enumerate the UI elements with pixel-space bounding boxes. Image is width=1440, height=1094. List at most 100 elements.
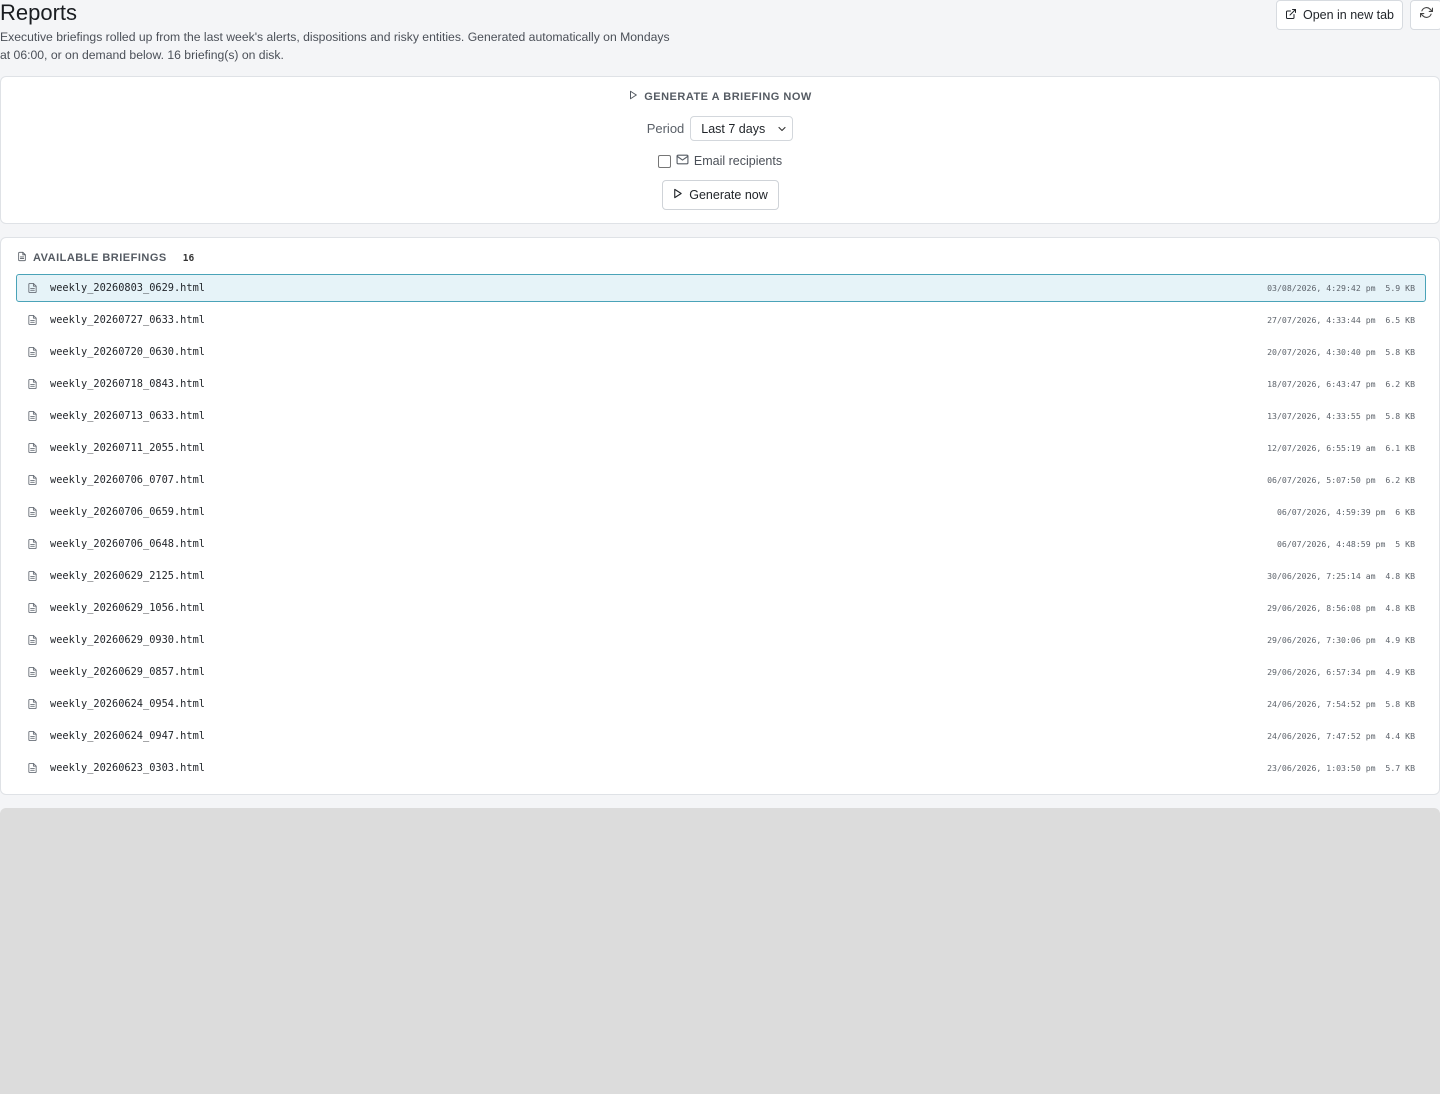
briefing-size: 4.9 KB	[1385, 667, 1415, 677]
file-icon	[27, 314, 39, 326]
briefing-size: 6.2 KB	[1385, 475, 1415, 485]
available-briefings-label: AVAILABLE BRIEFINGS	[33, 252, 167, 264]
briefing-filename: weekly_20260629_2125.html	[50, 570, 205, 582]
briefing-row[interactable]: weekly_20260706_0707.html 06/07/2026, 5:0…	[16, 466, 1426, 494]
briefing-row[interactable]: weekly_20260624_0947.html 24/06/2026, 7:4…	[16, 722, 1426, 750]
briefing-filename: weekly_20260706_0707.html	[50, 474, 205, 486]
briefing-date: 29/06/2026, 8:56:08 pm	[1267, 603, 1376, 613]
briefing-date: 06/07/2026, 4:59:39 pm	[1276, 507, 1386, 517]
briefing-size: 5.7 KB	[1385, 763, 1415, 773]
briefing-meta: 06/07/2026, 4:59:39 pm 6 KB	[1277, 507, 1415, 517]
file-icon	[27, 666, 39, 678]
briefing-filename: weekly_20260711_2055.html	[50, 442, 205, 454]
briefing-date: 23/06/2026, 1:03:50 pm	[1267, 763, 1376, 773]
briefing-meta: 30/06/2026, 7:25:14 am 4.8 KB	[1267, 571, 1415, 581]
file-icon	[17, 251, 27, 265]
file-icon	[27, 282, 39, 294]
briefing-filename: weekly_20260629_0930.html	[50, 634, 205, 646]
briefing-size: 4.8 KB	[1385, 571, 1415, 581]
briefing-meta: 06/07/2026, 5:07:50 pm 6.2 KB	[1267, 475, 1415, 485]
briefing-row[interactable]: weekly_20260718_0843.html 18/07/2026, 6:4…	[16, 370, 1426, 398]
file-icon	[27, 570, 39, 582]
briefing-date: 20/07/2026, 4:30:40 pm	[1267, 347, 1376, 357]
briefing-size: 5 KB	[1395, 539, 1415, 549]
briefing-date: 24/06/2026, 7:47:52 pm	[1267, 731, 1376, 741]
briefing-date: 06/07/2026, 4:48:59 pm	[1276, 539, 1386, 549]
briefing-row[interactable]: weekly_20260629_1056.html 29/06/2026, 8:5…	[16, 594, 1426, 622]
briefing-row[interactable]: weekly_20260713_0633.html 13/07/2026, 4:3…	[16, 402, 1426, 430]
period-select[interactable]: Last 7 days	[690, 116, 794, 141]
available-briefings-card: AVAILABLE BRIEFINGS 16 weekly_20260803_0…	[0, 237, 1440, 795]
briefings-count: 16	[182, 252, 195, 264]
briefing-filename: weekly_20260624_0954.html	[50, 698, 205, 710]
email-recipients-label: Email recipients	[693, 154, 783, 168]
period-select-value: Last 7 days	[701, 121, 766, 136]
briefing-size: 4.8 KB	[1385, 603, 1415, 613]
chevron-down-icon	[776, 123, 788, 138]
play-icon	[672, 188, 683, 202]
generate-button-wrap: Generate now	[1, 180, 1439, 210]
briefing-row[interactable]: weekly_20260727_0633.html 27/07/2026, 4:3…	[16, 306, 1426, 334]
briefing-size: 5.8 KB	[1385, 347, 1415, 357]
briefing-size: 4.4 KB	[1385, 731, 1415, 741]
page-title: Reports	[0, 0, 78, 25]
briefing-row[interactable]: weekly_20260711_2055.html 12/07/2026, 6:5…	[16, 434, 1426, 462]
briefing-date: 29/06/2026, 7:30:06 pm	[1267, 635, 1376, 645]
briefing-filename: weekly_20260624_0947.html	[50, 730, 205, 742]
briefing-row[interactable]: weekly_20260706_0659.html 06/07/2026, 4:5…	[16, 498, 1426, 526]
briefing-row[interactable]: weekly_20260624_0954.html 24/06/2026, 7:5…	[16, 690, 1426, 718]
briefing-date: 18/07/2026, 6:43:47 pm	[1267, 379, 1376, 389]
file-icon	[27, 538, 39, 550]
file-icon	[27, 410, 39, 422]
briefing-date: 13/07/2026, 4:33:55 pm	[1267, 411, 1376, 421]
email-recipients-row: Email recipients	[1, 153, 1439, 169]
briefing-meta: 29/06/2026, 7:30:06 pm 4.9 KB	[1267, 635, 1415, 645]
briefing-filename: weekly_20260720_0630.html	[50, 346, 205, 358]
file-icon	[27, 474, 39, 486]
generate-heading: GENERATE A BRIEFING NOW	[1, 90, 1439, 103]
briefing-row[interactable]: weekly_20260720_0630.html 20/07/2026, 4:3…	[16, 338, 1426, 366]
briefing-filename: weekly_20260706_0659.html	[50, 506, 205, 518]
briefing-filename: weekly_20260706_0648.html	[50, 538, 205, 550]
file-icon	[27, 378, 39, 390]
briefing-row[interactable]: weekly_20260629_2125.html 30/06/2026, 7:2…	[16, 562, 1426, 590]
refresh-icon	[1419, 6, 1433, 24]
briefing-date: 06/07/2026, 5:07:50 pm	[1267, 475, 1376, 485]
open-in-new-tab-button[interactable]: Open in new tab	[1276, 0, 1403, 30]
briefing-filename: weekly_20260718_0843.html	[50, 378, 205, 390]
briefing-meta: 12/07/2026, 6:55:19 am 6.1 KB	[1267, 443, 1415, 453]
file-icon	[27, 346, 39, 358]
briefing-row[interactable]: weekly_20260629_0930.html 29/06/2026, 7:3…	[16, 626, 1426, 654]
generate-heading-label: GENERATE A BRIEFING NOW	[644, 90, 812, 103]
generate-now-label: Generate now	[689, 188, 768, 202]
briefing-filename: weekly_20260629_1056.html	[50, 602, 205, 614]
briefing-date: 24/06/2026, 7:54:52 pm	[1267, 699, 1376, 709]
briefing-row[interactable]: weekly_20260706_0648.html 06/07/2026, 4:4…	[16, 530, 1426, 558]
briefing-meta: 23/06/2026, 1:03:50 pm 5.7 KB	[1267, 763, 1415, 773]
briefing-row[interactable]: weekly_20260803_0629.html 03/08/2026, 4:2…	[16, 274, 1426, 302]
briefing-row[interactable]: weekly_20260623_0303.html 23/06/2026, 1:0…	[16, 754, 1426, 782]
briefing-filename: weekly_20260629_0857.html	[50, 666, 205, 678]
briefing-row[interactable]: weekly_20260629_0857.html 29/06/2026, 6:5…	[16, 658, 1426, 686]
email-recipients-checkbox[interactable]	[657, 154, 671, 168]
briefing-meta: 29/06/2026, 6:57:34 pm 4.9 KB	[1267, 667, 1415, 677]
generate-now-button[interactable]: Generate now	[661, 180, 779, 210]
external-link-icon	[1285, 8, 1297, 23]
briefing-size: 6.1 KB	[1385, 443, 1415, 453]
briefing-preview-pane	[0, 808, 1440, 1094]
period-row: Period Last 7 days	[1, 116, 1439, 141]
briefings-list: weekly_20260803_0629.html 03/08/2026, 4:2…	[16, 274, 1426, 786]
file-icon	[27, 762, 39, 774]
briefing-size: 6.2 KB	[1385, 379, 1415, 389]
period-label: Period	[646, 121, 685, 136]
briefing-filename: weekly_20260727_0633.html	[50, 314, 205, 326]
briefing-date: 30/06/2026, 7:25:14 am	[1267, 571, 1376, 581]
briefing-date: 29/06/2026, 6:57:34 pm	[1267, 667, 1376, 677]
file-icon	[27, 506, 39, 518]
briefing-filename: weekly_20260713_0633.html	[50, 410, 205, 422]
briefing-meta: 24/06/2026, 7:54:52 pm 5.8 KB	[1267, 699, 1415, 709]
play-icon	[628, 90, 638, 103]
refresh-button[interactable]	[1410, 0, 1440, 30]
page-subtitle: Executive briefings rolled up from the l…	[0, 30, 670, 62]
briefing-size: 4.9 KB	[1385, 635, 1415, 645]
